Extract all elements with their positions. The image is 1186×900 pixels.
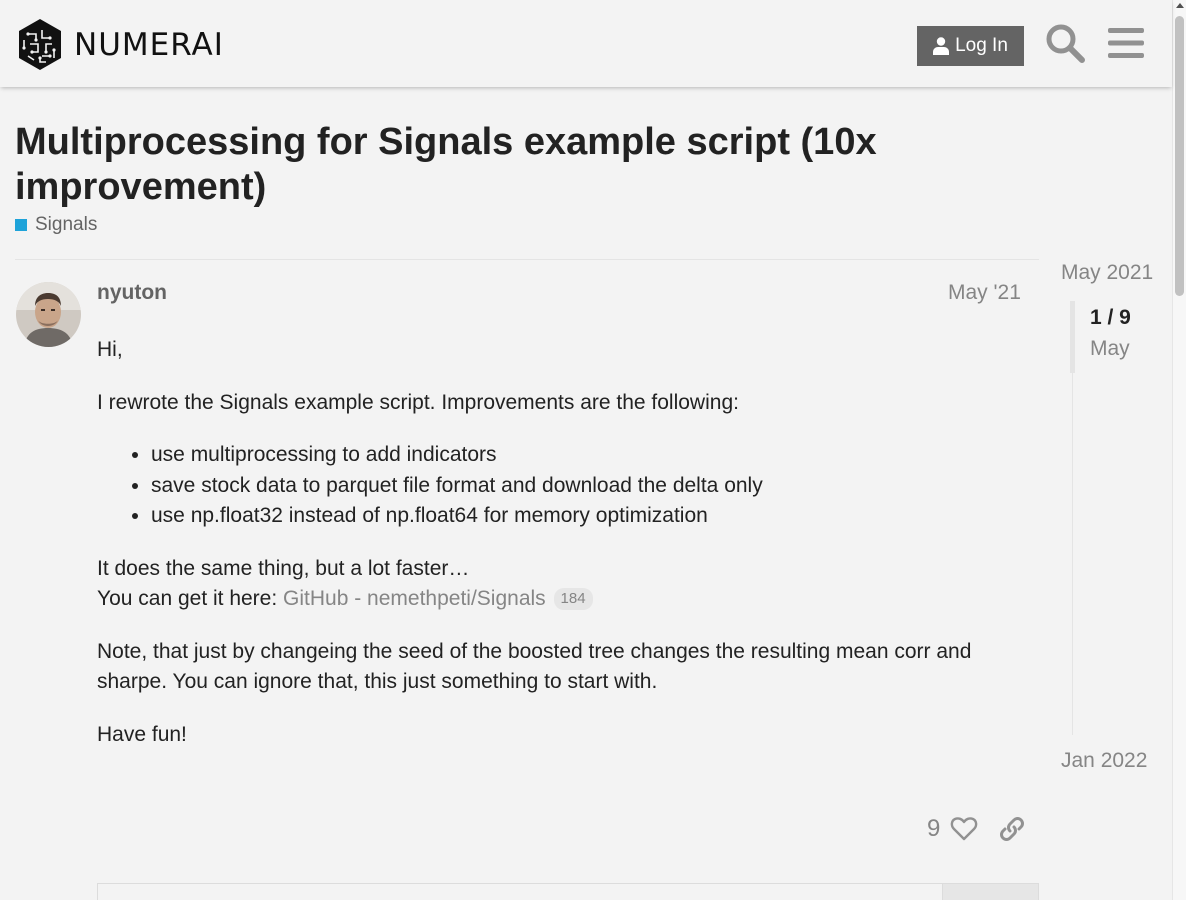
topic-map <box>97 883 943 900</box>
timeline-handle[interactable] <box>1070 301 1075 373</box>
hamburger-menu-icon[interactable] <box>1108 26 1144 60</box>
numerai-logo[interactable]: NUMERAI <box>16 18 224 71</box>
user-icon <box>933 37 950 55</box>
post-username[interactable]: nyuton <box>97 281 167 305</box>
heart-icon[interactable] <box>950 815 978 843</box>
title-divider <box>15 259 1039 260</box>
post-body: Hi, I rewrote the Signals example script… <box>97 335 1027 772</box>
timeline-end-date[interactable]: Jan 2022 <box>1061 749 1147 773</box>
login-button[interactable]: Log In <box>917 26 1024 66</box>
post-note: Note, that just by changeing the seed of… <box>97 639 972 694</box>
same-thing-text: It does the same thing, but a lot faster… <box>97 556 470 580</box>
scroll-up-arrow-icon[interactable] <box>1176 3 1184 8</box>
avatar[interactable] <box>16 282 81 347</box>
search-icon[interactable] <box>1045 23 1085 63</box>
numerai-logo-mark <box>19 19 61 70</box>
post-greeting: Hi, <box>97 338 123 361</box>
like-count[interactable]: 9 <box>927 815 940 843</box>
post-paragraph: It does the same thing, but a lot faster… <box>97 554 1027 615</box>
github-link[interactable]: GitHub - nemethpeti/Signals <box>283 587 546 610</box>
site-header: NUMERAI Log In <box>0 0 1172 87</box>
link-share-icon[interactable] <box>998 815 1026 843</box>
timeline-post-counter: 1 / 9 <box>1090 306 1131 329</box>
post-date[interactable]: May '21 <box>948 281 1021 305</box>
post-intro: I rewrote the Signals example script. Im… <box>97 390 739 414</box>
page-scrollbar[interactable] <box>1172 0 1186 900</box>
timeline-start-date[interactable]: May 2021 <box>1061 261 1153 285</box>
link-click-count: 184 <box>553 588 593 610</box>
scroll-thumb[interactable] <box>1175 16 1184 296</box>
list-item: use np.float32 instead of np.float64 for… <box>151 501 1027 532</box>
topic-map-expand-button[interactable] <box>942 883 1039 900</box>
list-item: use multiprocessing to add indicators <box>151 440 1027 471</box>
logo-text: NUMERAI <box>74 26 224 63</box>
topic-title[interactable]: Multiprocessing for Signals example scri… <box>15 120 975 210</box>
category-link[interactable]: Signals <box>15 214 97 236</box>
login-label: Log In <box>955 35 1008 56</box>
get-it-text: You can get it here: <box>97 587 284 610</box>
list-item: save stock data to parquet file format a… <box>151 471 1027 502</box>
avatar-image <box>16 282 81 347</box>
category-name: Signals <box>35 214 98 235</box>
improvements-list: use multiprocessing to add indicators sa… <box>151 440 1027 532</box>
post-closing: Have fun! <box>97 722 187 746</box>
timeline-current-month: May <box>1090 337 1130 360</box>
category-badge <box>15 219 27 231</box>
